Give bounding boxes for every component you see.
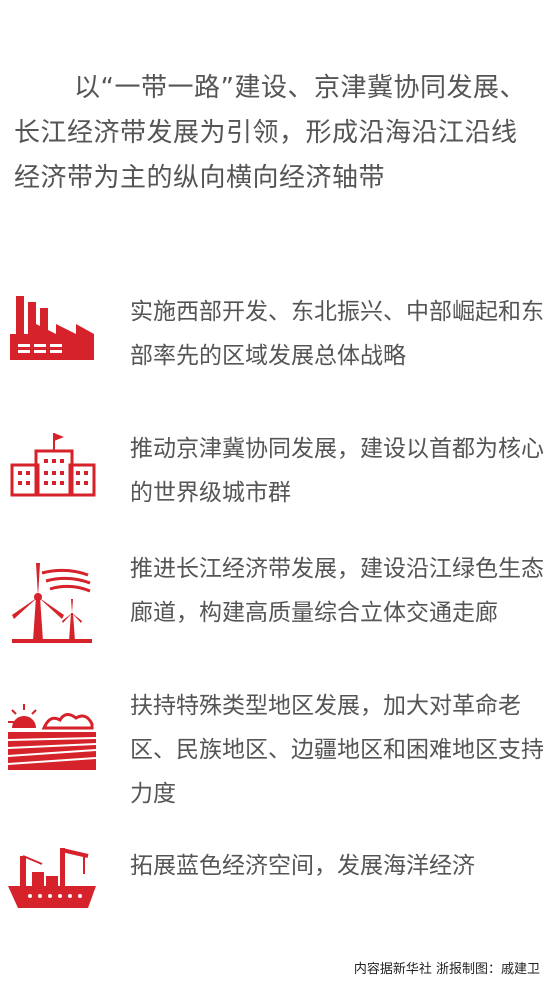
credit-line: 内容据新华社 浙报制图：戚建卫 — [353, 962, 540, 977]
item-text: 实施西部开发、东北振兴、中部崛起和东部率先的区域发展总体战略 — [130, 299, 544, 369]
factory-icon — [6, 294, 98, 364]
item-text: 推进长江经济带发展，建设沿江绿色生态廊道，构建高质量综合立体交通走廊 — [130, 556, 544, 626]
wind-turbine-icon — [6, 559, 98, 645]
item-text: 拓展蓝色经济空间，发展海洋经济 — [130, 853, 475, 879]
item-text: 扶持特殊类型地区发展，加大对革命老区、民族地区、边疆地区和困难地区支持力度 — [130, 693, 544, 807]
intro-paragraph: 以“一带一路”建设、京津冀协同发展、长江经济带发展为引领，形成沿海沿江沿线经济带… — [14, 73, 526, 193]
cargo-ship-icon — [6, 844, 98, 914]
item-text: 推动京津冀协同发展，建设以首都为核心的世界级城市群 — [130, 436, 544, 506]
city-building-icon — [6, 429, 98, 501]
farmland-sun-icon — [6, 702, 98, 772]
